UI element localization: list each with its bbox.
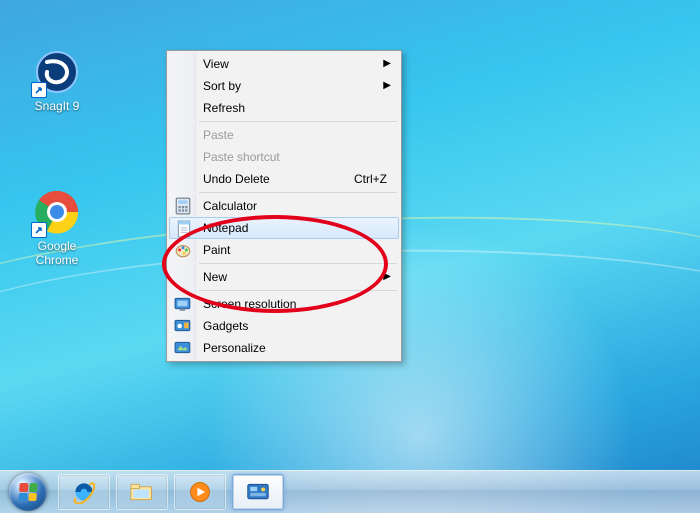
menu-item-label: New [203,270,227,284]
menu-item-label: Gadgets [203,319,248,333]
menu-item-paint[interactable]: Paint [169,239,399,261]
taskbar-button-control-panel[interactable] [232,474,284,510]
submenu-arrow-icon: ▶ [383,266,391,288]
calculator-icon [174,197,192,215]
menu-item-label: Sort by [203,79,241,93]
submenu-arrow-icon: ▶ [383,75,391,97]
menu-item-sortby[interactable]: Sort by ▶ [169,75,399,97]
desktop-icon-label: SnagIt 9 [18,99,96,113]
taskbar-button-ie[interactable] [58,474,110,510]
gadgets-icon [174,317,192,335]
menu-item-notepad[interactable]: Notepad [169,217,399,239]
menu-item-screen-resolution[interactable]: Screen resolution [169,293,399,315]
control-panel-icon [244,480,272,504]
internet-explorer-icon [70,480,98,504]
menu-item-label: Paste [203,128,234,142]
start-button[interactable] [4,472,52,512]
menu-item-label: Screen resolution [203,297,296,311]
notepad-icon [175,220,193,238]
taskbar-button-media-player[interactable] [174,474,226,510]
menu-item-personalize[interactable]: Personalize [169,337,399,359]
menu-item-label: Paint [203,243,230,257]
media-player-icon [186,480,214,504]
menu-item-label: View [203,57,229,71]
taskbar [0,470,700,513]
shortcut-arrow-icon [31,82,47,98]
taskbar-button-explorer[interactable] [116,474,168,510]
desktop-icon-label: Google Chrome [18,239,96,267]
menu-item-label: Refresh [203,101,245,115]
desktop-context-menu: View ▶ Sort by ▶ Refresh Paste Paste sho… [166,50,402,362]
menu-item-calculator[interactable]: Calculator [169,195,399,217]
menu-item-label: Notepad [203,221,248,235]
menu-item-gadgets[interactable]: Gadgets [169,315,399,337]
file-explorer-icon [128,480,156,504]
menu-item-paste-shortcut: Paste shortcut [169,146,399,168]
screen-resolution-icon [174,295,192,313]
desktop[interactable]: SnagIt 9 Google Chrome View ▶ Sort by [0,0,700,513]
menu-item-undo-delete[interactable]: Undo Delete Ctrl+Z [169,168,399,190]
menu-item-new[interactable]: New ▶ [169,266,399,288]
snagit-icon [33,48,81,96]
windows-orb-icon [9,473,47,511]
menu-item-label: Undo Delete [203,172,270,186]
desktop-icon-snagit[interactable]: SnagIt 9 [18,48,96,113]
menu-item-label: Paste shortcut [203,150,280,164]
menu-item-refresh[interactable]: Refresh [169,97,399,119]
paint-icon [174,241,192,259]
personalize-icon [174,339,192,357]
menu-item-accelerator: Ctrl+Z [354,168,387,190]
shortcut-arrow-icon [31,222,47,238]
menu-item-view[interactable]: View ▶ [169,53,399,75]
menu-item-paste: Paste [169,124,399,146]
menu-item-label: Personalize [203,341,266,355]
chrome-icon [33,188,81,236]
submenu-arrow-icon: ▶ [383,53,391,75]
menu-item-label: Calculator [203,199,257,213]
desktop-icon-chrome[interactable]: Google Chrome [18,188,96,267]
